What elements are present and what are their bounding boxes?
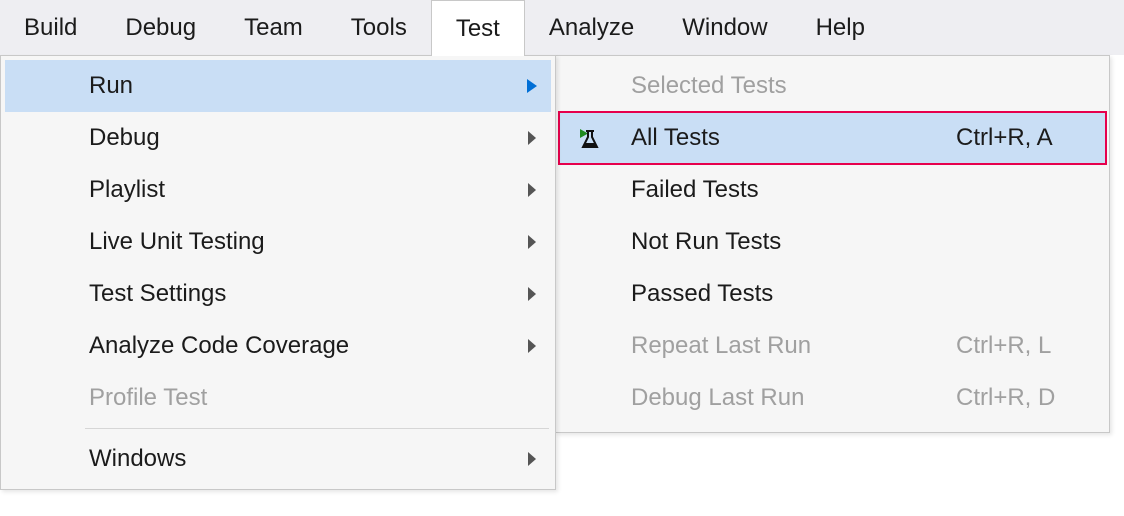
run-dropdown: Selected TestsAll TestsCtrl+R, AFailed T… bbox=[555, 55, 1110, 433]
menu-build[interactable]: Build bbox=[0, 0, 101, 55]
menu-help[interactable]: Help bbox=[792, 0, 889, 55]
run-flask-icon bbox=[578, 127, 600, 149]
submenu-arrow-icon bbox=[528, 339, 536, 353]
menu-item-shortcut: Ctrl+R, L bbox=[956, 332, 1106, 360]
run-all-tests[interactable]: All TestsCtrl+R, A bbox=[559, 112, 1106, 164]
test-dropdown: Run Debug Playlist Live Unit Testing Test Se… bbox=[0, 55, 556, 490]
menu-bar: Build Debug Team Tools Test Analyze Window Help bbox=[0, 0, 1124, 55]
menu-label: Build bbox=[24, 14, 77, 42]
submenu-arrow-icon bbox=[528, 235, 536, 249]
menu-item-label: Repeat Last Run bbox=[619, 332, 956, 360]
menu-item-label: Passed Tests bbox=[619, 280, 956, 308]
submenu-arrow-icon bbox=[527, 79, 537, 93]
run-not-run-tests[interactable]: Not Run Tests bbox=[559, 216, 1106, 268]
run-selected-tests: Selected Tests bbox=[559, 60, 1106, 112]
test-debug[interactable]: Debug bbox=[5, 112, 551, 164]
menu-item-label: Windows bbox=[45, 445, 513, 473]
menu-analyze[interactable]: Analyze bbox=[525, 0, 658, 55]
menu-label: Tools bbox=[351, 14, 407, 42]
menu-item-label: Test Settings bbox=[45, 280, 513, 308]
run-repeat-last-run: Repeat Last RunCtrl+R, L bbox=[559, 320, 1106, 372]
menu-label: Analyze bbox=[549, 14, 634, 42]
menu-item-label: All Tests bbox=[619, 124, 956, 152]
menu-debug[interactable]: Debug bbox=[101, 0, 220, 55]
test-playlist[interactable]: Playlist bbox=[5, 164, 551, 216]
menu-separator bbox=[85, 428, 549, 429]
test-profile-test: Profile Test bbox=[5, 372, 551, 424]
menu-label: Team bbox=[244, 14, 303, 42]
menu-label: Window bbox=[682, 14, 767, 42]
menu-item-label: Playlist bbox=[45, 176, 513, 204]
menu-team[interactable]: Team bbox=[220, 0, 327, 55]
menu-item-label: Live Unit Testing bbox=[45, 228, 513, 256]
test-run[interactable]: Run bbox=[5, 60, 551, 112]
submenu-arrow-icon bbox=[528, 287, 536, 301]
test-live-unit-testing[interactable]: Live Unit Testing bbox=[5, 216, 551, 268]
submenu-arrow-icon bbox=[528, 452, 536, 466]
run-passed-tests[interactable]: Passed Tests bbox=[559, 268, 1106, 320]
menu-window[interactable]: Window bbox=[658, 0, 791, 55]
menu-item-label: Analyze Code Coverage bbox=[45, 332, 513, 360]
submenu-arrow-icon bbox=[528, 183, 536, 197]
menu-item-label: Failed Tests bbox=[619, 176, 956, 204]
menu-label: Help bbox=[816, 14, 865, 42]
menu-item-shortcut: Ctrl+R, D bbox=[956, 384, 1106, 412]
menu-item-label: Profile Test bbox=[45, 384, 513, 412]
menu-item-shortcut: Ctrl+R, A bbox=[956, 124, 1106, 152]
run-failed-tests[interactable]: Failed Tests bbox=[559, 164, 1106, 216]
submenu-arrow-icon bbox=[528, 131, 536, 145]
menu-label: Test bbox=[456, 15, 500, 43]
menu-item-label: Run bbox=[45, 72, 513, 100]
menu-item-label: Debug Last Run bbox=[619, 384, 956, 412]
menu-test[interactable]: Test bbox=[431, 0, 525, 56]
menu-tools[interactable]: Tools bbox=[327, 0, 431, 55]
menu-label: Debug bbox=[125, 14, 196, 42]
test-test-settings[interactable]: Test Settings bbox=[5, 268, 551, 320]
test-analyze-code-coverage[interactable]: Analyze Code Coverage bbox=[5, 320, 551, 372]
menu-item-label: Debug bbox=[45, 124, 513, 152]
run-debug-last-run: Debug Last RunCtrl+R, D bbox=[559, 372, 1106, 424]
menu-item-label: Not Run Tests bbox=[619, 228, 956, 256]
menu-item-label: Selected Tests bbox=[619, 72, 956, 100]
test-windows[interactable]: Windows bbox=[5, 433, 551, 485]
